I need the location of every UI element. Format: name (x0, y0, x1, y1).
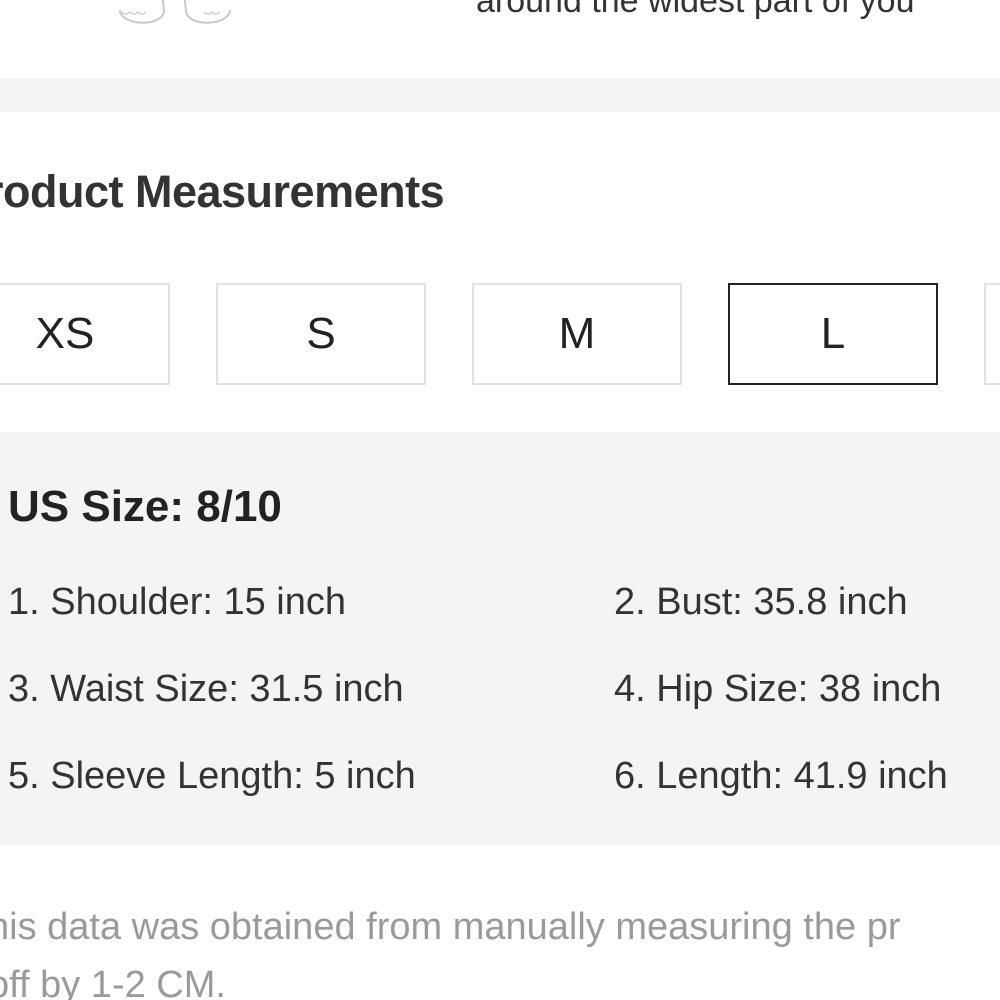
measurement-waist: 3. Waist Size: 31.5 inch (8, 668, 404, 710)
size-option-m[interactable]: M (472, 283, 682, 385)
disclaimer-line-1: his data was obtained from manually meas… (0, 906, 901, 948)
measurement-hip: 4. Hip Size: 38 inch (614, 668, 942, 710)
size-guide-page: around the widest part of you roduct Mea… (0, 0, 1000, 1000)
section-divider (0, 78, 1000, 112)
guide-instruction-text: around the widest part of you (476, 0, 915, 20)
measurement-shoulder: 1. Shoulder: 15 inch (8, 581, 347, 623)
size-option-s[interactable]: S (216, 283, 426, 385)
measurement-bust: 2. Bust: 35.8 inch (614, 581, 908, 623)
measuring-guide-strip: around the widest part of you (0, 0, 1000, 78)
size-option-xs[interactable]: XS (0, 283, 170, 385)
feet-illustration-icon (119, 0, 231, 24)
disclaimer-line-2: off by 1-2 CM. (0, 964, 226, 1000)
measurement-length: 6. Length: 41.9 inch (614, 755, 948, 797)
size-option-l[interactable]: L (728, 283, 938, 385)
section-title: roduct Measurements (0, 166, 445, 217)
measurement-sleeve: 5. Sleeve Length: 5 inch (8, 755, 416, 797)
us-size-label: US Size: 8/10 (8, 482, 282, 531)
size-option-next[interactable] (984, 283, 1000, 385)
